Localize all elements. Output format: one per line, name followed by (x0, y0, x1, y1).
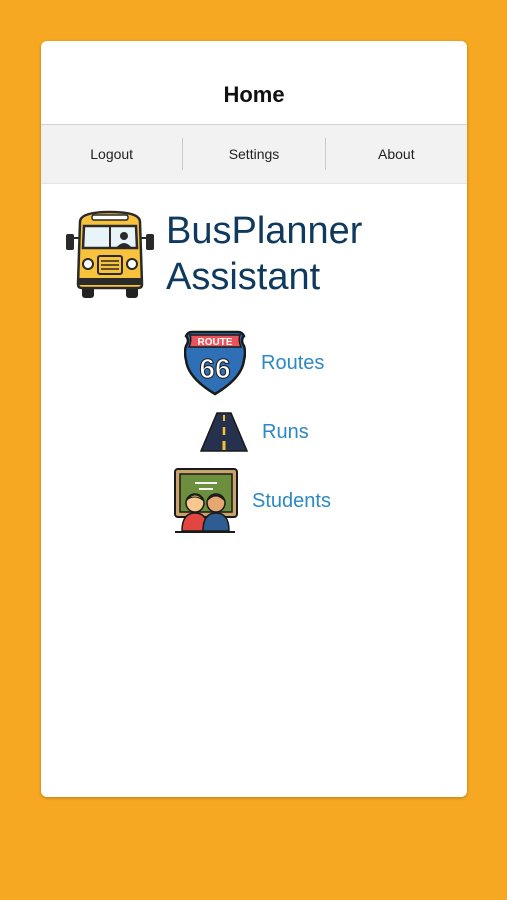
students-label: Students (252, 489, 331, 512)
title-bar: Home (41, 41, 467, 125)
students-link[interactable]: Students (173, 467, 331, 535)
settings-button[interactable]: Settings (182, 138, 324, 170)
page-title: Home (223, 82, 285, 107)
routes-link[interactable]: ROUTE 66 Routes (184, 330, 324, 396)
about-button[interactable]: About (324, 138, 467, 170)
school-bus-icon (66, 210, 154, 298)
routes-label: Routes (261, 351, 325, 374)
nav-bar: Logout Settings About (41, 125, 467, 184)
road-icon (199, 412, 249, 452)
app-title-line1: BusPlanner (166, 210, 363, 252)
route-66-shield-icon: ROUTE 66 (184, 330, 246, 396)
logout-button[interactable]: Logout (41, 138, 182, 170)
app-title-line2: Assistant (166, 256, 321, 298)
runs-label: Runs (262, 420, 309, 443)
route-shield-text: ROUTE (198, 337, 233, 348)
runs-link[interactable]: Runs (199, 411, 309, 453)
route-number-text: 66 (199, 353, 230, 384)
app-title: BusPlanner Assistant (166, 208, 362, 300)
brand-header: BusPlanner Assistant (41, 184, 467, 304)
app-window: Home Logout Settings About BusPlanner As… (41, 41, 467, 797)
students-chalkboard-icon (174, 468, 238, 533)
